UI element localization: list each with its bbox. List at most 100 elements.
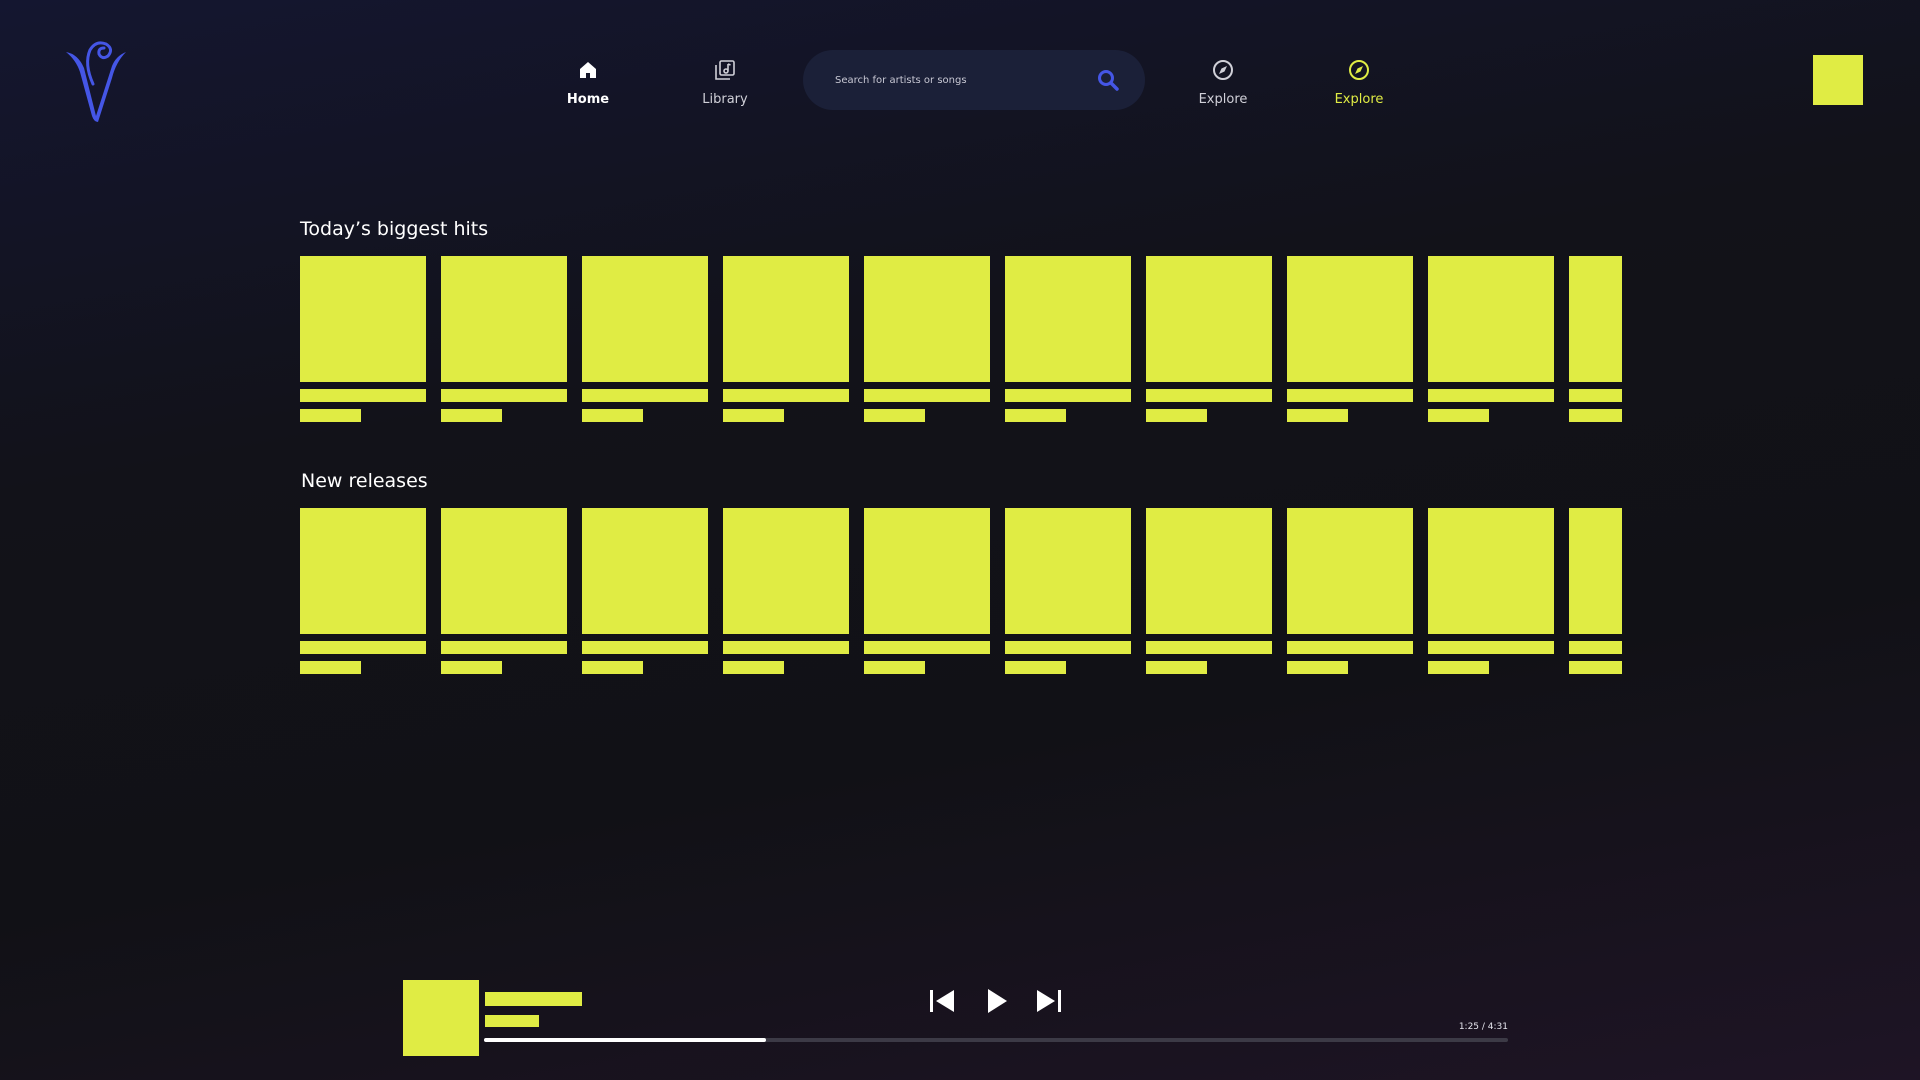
album-card[interactable] [300, 508, 426, 674]
album-title-placeholder [1428, 641, 1554, 654]
search-input[interactable] [835, 74, 1095, 86]
album-card[interactable] [1005, 508, 1131, 674]
album-title-placeholder [1146, 641, 1272, 654]
album-artist-placeholder [582, 409, 643, 422]
album-title-placeholder [864, 641, 990, 654]
album-card[interactable] [300, 256, 426, 422]
album-artist-placeholder [723, 661, 784, 674]
progress-fill [484, 1038, 766, 1042]
album-art [582, 256, 708, 382]
album-art [582, 508, 708, 634]
album-artist-placeholder [1146, 409, 1207, 422]
album-artist-placeholder [582, 661, 643, 674]
album-art [864, 508, 990, 634]
album-title-placeholder [723, 389, 849, 402]
album-title-placeholder [1005, 389, 1131, 402]
album-art [1428, 256, 1554, 382]
album-card[interactable] [441, 256, 567, 422]
album-art [441, 256, 567, 382]
album-card[interactable] [1005, 256, 1131, 422]
album-title-placeholder [864, 389, 990, 402]
app-logo[interactable] [62, 38, 132, 122]
search-bar [803, 50, 1145, 110]
album-title-placeholder [300, 389, 426, 402]
album-art [1287, 256, 1413, 382]
album-art [1005, 508, 1131, 634]
album-art [723, 256, 849, 382]
album-title-placeholder [441, 389, 567, 402]
album-card[interactable] [864, 508, 990, 674]
album-title-placeholder [582, 641, 708, 654]
skip-previous-icon [928, 989, 956, 1017]
album-artist-placeholder [1005, 409, 1066, 422]
album-card[interactable] [1569, 508, 1622, 674]
album-art [864, 256, 990, 382]
home-icon [576, 58, 600, 82]
album-card[interactable] [1428, 256, 1554, 422]
album-artist-placeholder [864, 661, 925, 674]
album-card[interactable] [1287, 508, 1413, 674]
now-playing-artist [485, 1015, 539, 1027]
compass-icon [1211, 58, 1235, 82]
nav-explore-highlighted[interactable]: Explore [1304, 58, 1414, 108]
nav-explore-label: Explore [1198, 92, 1248, 107]
album-art [1287, 508, 1413, 634]
album-card[interactable] [1146, 256, 1272, 422]
now-playing-artwork[interactable] [403, 980, 479, 1056]
section-title-biggest-hits: Today’s biggest hits [300, 218, 489, 240]
compass-icon [1347, 58, 1371, 82]
album-art [300, 256, 426, 382]
album-title-placeholder [582, 389, 708, 402]
album-art [300, 508, 426, 634]
avatar[interactable] [1813, 55, 1863, 105]
album-artist-placeholder [1569, 409, 1622, 422]
album-art [1146, 508, 1272, 634]
album-card[interactable] [864, 256, 990, 422]
album-card[interactable] [441, 508, 567, 674]
nav-home[interactable]: Home [533, 58, 643, 108]
album-title-placeholder [441, 641, 567, 654]
album-artist-placeholder [1287, 409, 1348, 422]
album-artist-placeholder [300, 409, 361, 422]
album-card[interactable] [1287, 256, 1413, 422]
album-artist-placeholder [723, 409, 784, 422]
skip-previous-button[interactable] [925, 988, 959, 1018]
album-title-placeholder [1287, 389, 1413, 402]
album-card[interactable] [582, 508, 708, 674]
nav-explore[interactable]: Explore [1168, 58, 1278, 108]
album-artist-placeholder [1146, 661, 1207, 674]
album-art [441, 508, 567, 634]
album-title-placeholder [1005, 641, 1131, 654]
skip-next-button[interactable] [1032, 988, 1066, 1018]
play-button[interactable] [980, 988, 1014, 1018]
album-artist-placeholder [441, 661, 502, 674]
album-card[interactable] [582, 256, 708, 422]
album-art [1428, 508, 1554, 634]
search-icon[interactable] [1095, 67, 1121, 93]
album-title-placeholder [300, 641, 426, 654]
album-card[interactable] [723, 508, 849, 674]
album-artist-placeholder [441, 409, 502, 422]
section-title-new-releases: New releases [301, 470, 428, 492]
album-card[interactable] [1428, 508, 1554, 674]
album-artist-placeholder [300, 661, 361, 674]
album-title-placeholder [723, 641, 849, 654]
album-card[interactable] [1146, 508, 1272, 674]
album-artist-placeholder [864, 409, 925, 422]
album-art [1146, 256, 1272, 382]
album-title-placeholder [1428, 389, 1554, 402]
nav-library-label: Library [702, 92, 748, 107]
album-art [723, 508, 849, 634]
album-card[interactable] [1569, 256, 1622, 422]
nav-library[interactable]: Library [670, 58, 780, 108]
album-artist-placeholder [1287, 661, 1348, 674]
play-icon [985, 988, 1009, 1018]
library-icon [713, 58, 737, 82]
album-art [1569, 508, 1622, 634]
progress-bar[interactable] [484, 1038, 1508, 1042]
playback-time: 1:25 / 4:31 [1458, 1022, 1508, 1032]
album-artist-placeholder [1428, 409, 1489, 422]
album-card[interactable] [723, 256, 849, 422]
album-title-placeholder [1569, 641, 1622, 654]
album-artist-placeholder [1005, 661, 1066, 674]
